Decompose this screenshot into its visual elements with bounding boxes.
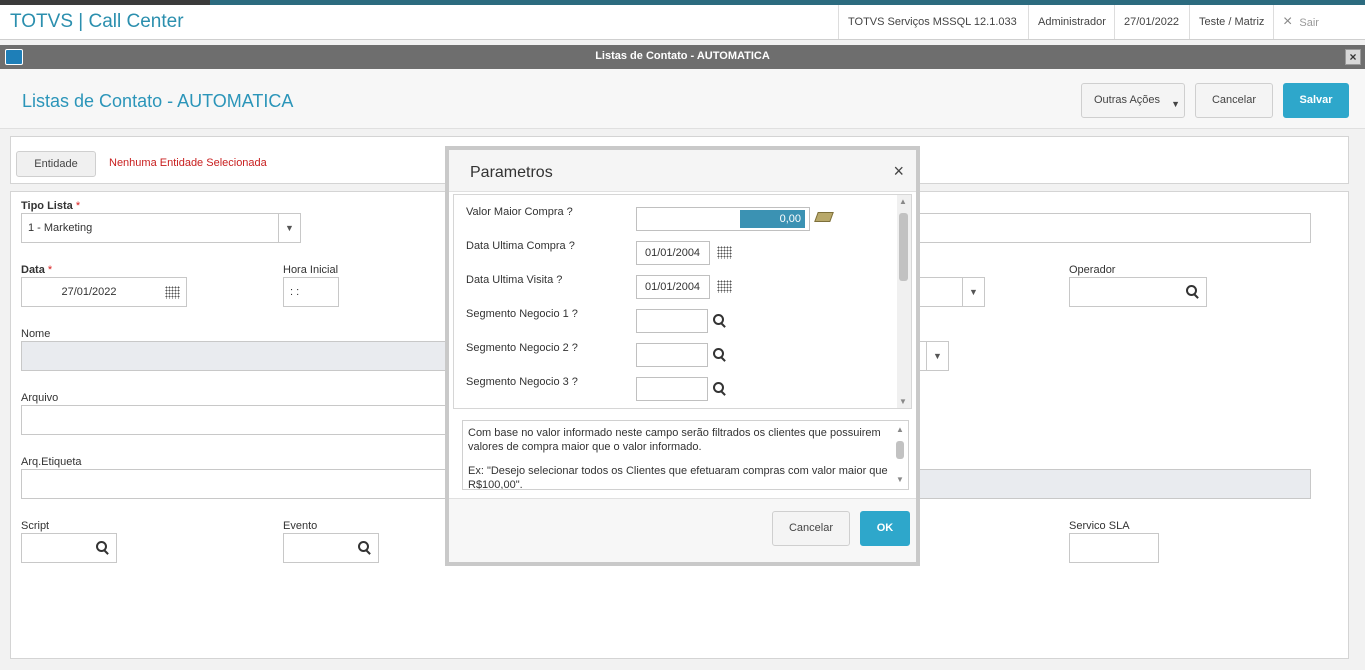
close-icon: × [1283,13,1293,30]
search-icon[interactable] [713,314,727,328]
dialog-title: Parametros [470,164,553,181]
scroll-thumb[interactable] [899,213,908,281]
environment-label: TOTVS Serviços MSSQL 12.1.033 [838,5,1026,39]
calendar-icon[interactable] [165,286,180,299]
evento-label: Evento [283,520,318,532]
calendar-icon[interactable] [717,280,732,293]
calendar-icon[interactable] [717,246,732,259]
param-label: Segmento Negocio 2 ? [466,342,578,354]
dialog-close-icon[interactable]: × [893,161,904,182]
entity-status: Nenhuma Entidade Selecionada [109,157,267,169]
param-label: Valor Maior Compra ? [466,206,573,218]
dialog-cancel-button[interactable]: Cancelar [772,511,850,546]
arquivo-label: Arquivo [21,392,59,404]
parameters-list: Valor Maior Compra ? 0,00 Data Ultima Co… [453,194,912,409]
valor-maior-compra-field[interactable]: 0,00 [636,207,810,231]
script-field[interactable] [21,533,117,563]
save-button[interactable]: Salvar [1283,83,1349,118]
scroll-thumb[interactable] [896,441,904,459]
operador-field[interactable] [1069,277,1207,307]
param-value: 0,00 [739,210,805,228]
data-ultima-compra-field[interactable]: 01/01/2004 [636,241,710,265]
param-label: Segmento Negocio 1 ? [466,308,578,320]
servico-sla-label: Servico SLA [1069,520,1130,532]
other-actions-label: Outras Ações [1094,94,1161,106]
scroll-up-icon[interactable]: ▲ [899,197,907,206]
help-text-area: Com base no valor informado neste campo … [462,420,909,490]
param-label: Segmento Negocio 3 ? [466,376,578,388]
app-bar: TOTVS | Call Center TOTVS Serviços MSSQL… [0,5,1365,40]
hora-inicial-field[interactable]: : : [283,277,339,307]
window-close-button[interactable]: × [1345,49,1361,65]
help-paragraph: Com base no valor informado neste campo … [468,427,881,453]
param-label: Data Ultima Compra ? [466,240,575,252]
search-icon[interactable] [358,541,372,555]
arq-etiqueta-field-right[interactable] [905,469,1311,499]
tipo-lista-value: 1 - Marketing [28,222,93,234]
page-title: Listas de Contato - AUTOMATICA [22,91,294,111]
caret-down-icon: ▼ [1171,99,1180,109]
segmento-negocio-3-field[interactable] [636,377,708,401]
search-icon[interactable] [96,541,110,555]
dialog-header: Parametros × [449,150,916,192]
search-icon[interactable] [1186,285,1200,299]
cancel-button[interactable]: Cancelar [1195,83,1273,118]
data-value: 27/01/2022 [61,286,117,298]
branch-label[interactable]: Teste / Matriz [1189,5,1273,39]
arquivo-field[interactable] [21,405,451,435]
chevron-down-icon: ▼ [278,214,300,242]
scroll-down-icon[interactable]: ▼ [899,397,907,406]
exit-label: Sair [1299,17,1319,29]
segmento-negocio-1-field[interactable] [636,309,708,333]
tipo-lista-select[interactable]: 1 - Marketing ▼ [21,213,301,243]
segmento-negocio-2-field[interactable] [636,343,708,367]
user-label: Administrador [1028,5,1115,39]
date-label: 27/01/2022 [1114,5,1188,39]
help-scrollbar[interactable]: ▲ ▼ [895,423,906,487]
money-icon[interactable] [814,212,834,222]
search-icon[interactable] [713,382,727,396]
other-actions-button[interactable]: Outras Ações ▼ [1081,83,1185,118]
nome-label: Nome [21,328,51,340]
servico-sla-field[interactable] [1069,533,1159,563]
evento-field[interactable] [283,533,379,563]
nome-field[interactable] [21,341,451,371]
exit-button[interactable]: × Sair [1273,5,1365,39]
parameters-dialog: Parametros × Valor Maior Compra ? 0,00 D… [445,146,920,566]
app-title: TOTVS | Call Center [10,11,184,32]
dialog-ok-button[interactable]: OK [860,511,910,546]
window-title: Listas de Contato - AUTOMATICA [595,50,770,62]
arq-etiqueta-field[interactable] [21,469,451,499]
data-label: Data * [21,264,53,276]
script-label: Script [21,520,50,532]
operador-label: Operador [1069,264,1116,276]
chevron-down-icon: ▼ [962,278,984,306]
entity-button[interactable]: Entidade [16,151,96,177]
page-header: Listas de Contato - AUTOMATICA Outras Aç… [0,69,1365,129]
search-icon[interactable] [713,348,727,362]
text-field-right[interactable] [905,213,1311,243]
arq-etiqueta-label: Arq.Etiqueta [21,456,82,468]
tipo-lista-label: Tipo Lista * [21,200,81,212]
help-paragraph: Ex: "Desejo selecionar todos os Clientes… [468,465,888,490]
scroll-down-icon[interactable]: ▼ [896,473,904,487]
param-label: Data Ultima Visita ? [466,274,563,286]
chevron-down-icon: ▼ [926,342,948,370]
data-field[interactable]: 27/01/2022 [21,277,187,307]
params-scrollbar[interactable]: ▲ ▼ [897,195,911,408]
window-title-bar: Listas de Contato - AUTOMATICA × [0,45,1365,69]
data-ultima-visita-field[interactable]: 01/01/2004 [636,275,710,299]
scroll-up-icon[interactable]: ▲ [896,423,904,437]
dialog-footer: Cancelar OK [449,498,916,562]
hora-inicial-label: Hora Inicial [283,264,339,276]
